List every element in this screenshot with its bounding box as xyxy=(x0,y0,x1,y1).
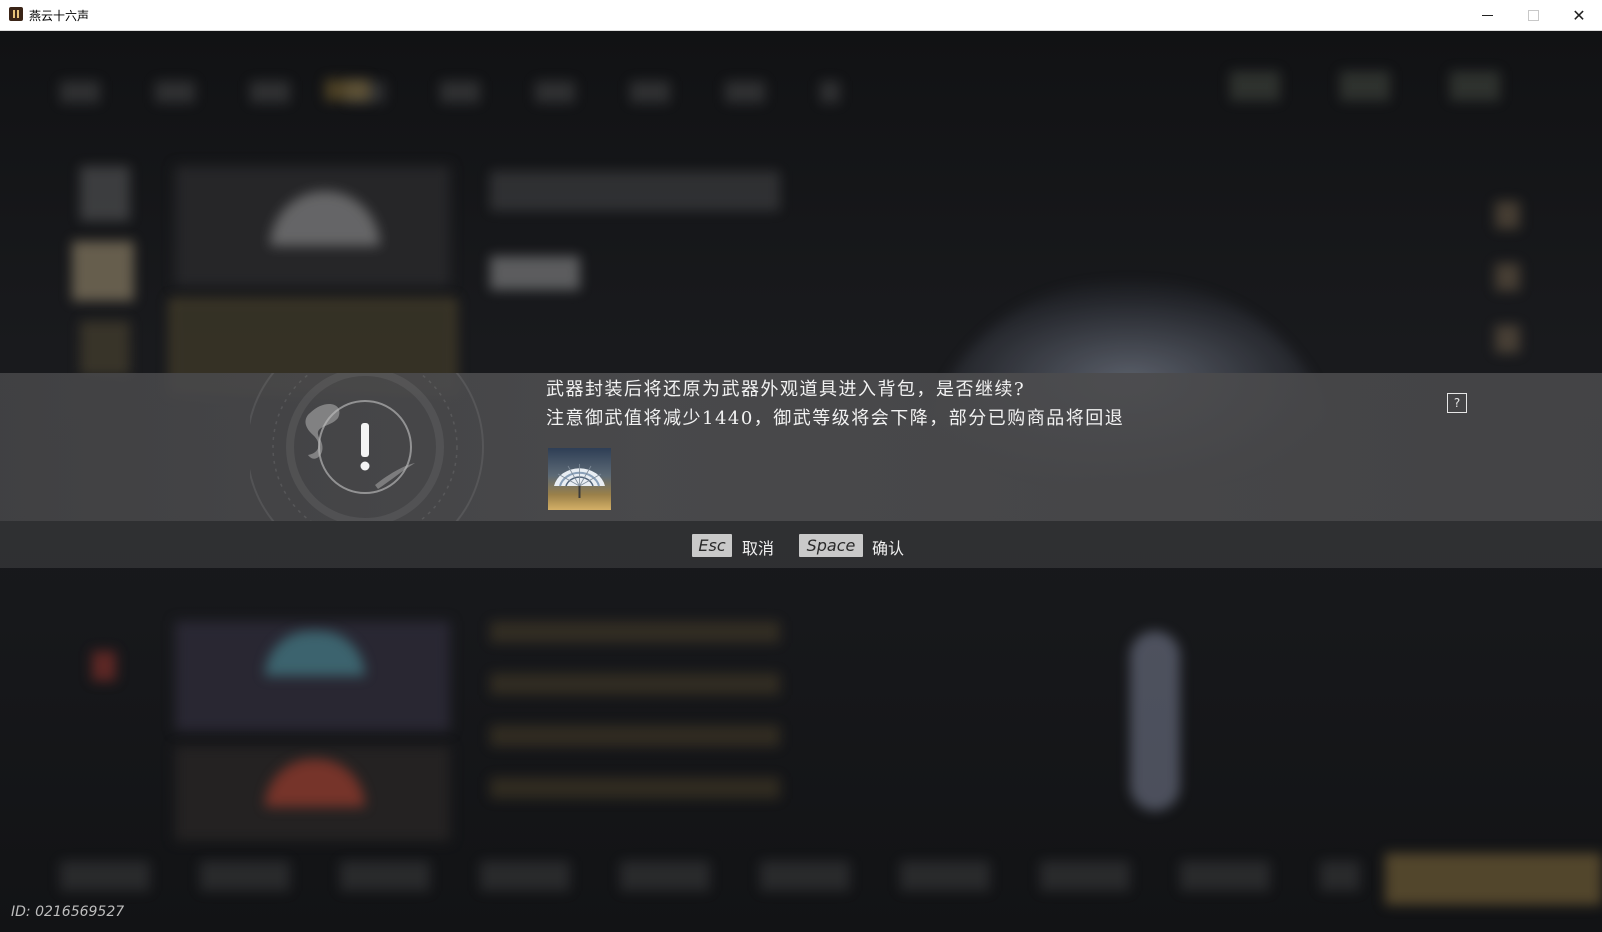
blurred-right-sidebar xyxy=(1495,201,1520,381)
confirm-button[interactable]: 确认 xyxy=(872,535,904,559)
maximize-button[interactable] xyxy=(1510,0,1556,30)
blurred-panel-button xyxy=(490,256,580,290)
dialog-message: 武器封装后将还原为武器外观道具进入背包，是否继续? 注意御武值将减少1440，御… xyxy=(546,375,1346,433)
item-thumbnail xyxy=(548,448,611,510)
player-id: ID: 0216569527 xyxy=(11,904,125,920)
help-button[interactable]: ? xyxy=(1447,393,1467,413)
help-icon: ? xyxy=(1453,396,1461,410)
blurred-weapon-title xyxy=(490,171,780,211)
confirm-dialog: 武器封装后将还原为武器外观道具进入背包，是否继续? 注意御武值将减少1440，御… xyxy=(0,373,1602,521)
fan-weapon-icon xyxy=(554,464,605,498)
blurred-side-icon xyxy=(92,651,116,681)
minimize-icon xyxy=(1481,14,1493,16)
blurred-nav-active-tab xyxy=(325,79,370,101)
blurred-character xyxy=(1130,631,1180,811)
dialog-action-bar: Esc 取消 Space 确认 xyxy=(0,521,1602,568)
window-titlebar: 燕云十六声 ✕ xyxy=(0,0,1602,31)
cancel-button[interactable]: 取消 xyxy=(742,535,774,559)
blurred-top-right-currency xyxy=(1230,71,1530,101)
esc-key-hint[interactable]: Esc xyxy=(692,534,732,557)
blurred-side-tab xyxy=(80,166,130,221)
minimize-button[interactable] xyxy=(1464,0,1510,30)
dialog-message-line-1: 武器封装后将还原为武器外观道具进入背包，是否继续? xyxy=(546,379,1026,400)
blurred-primary-button xyxy=(1385,853,1602,905)
close-window-button[interactable]: ✕ xyxy=(1556,0,1602,30)
space-key-hint[interactable]: Space xyxy=(799,534,863,557)
maximize-icon xyxy=(1527,9,1539,21)
blurred-side-tab-active xyxy=(72,241,134,301)
blurred-top-nav xyxy=(60,81,840,103)
close-icon: ✕ xyxy=(1572,5,1586,25)
blurred-stat-list xyxy=(490,621,780,801)
blurred-side-tab xyxy=(80,321,130,376)
window-title: 燕云十六声 xyxy=(29,9,90,23)
warning-exclamation-icon xyxy=(250,373,484,521)
app-logo-icon xyxy=(9,7,23,21)
blurred-bottom-actions xyxy=(60,861,1360,891)
dialog-message-line-2: 注意御武值将减少1440，御武等级将会下降，部分已购商品将回退 xyxy=(546,408,1125,429)
